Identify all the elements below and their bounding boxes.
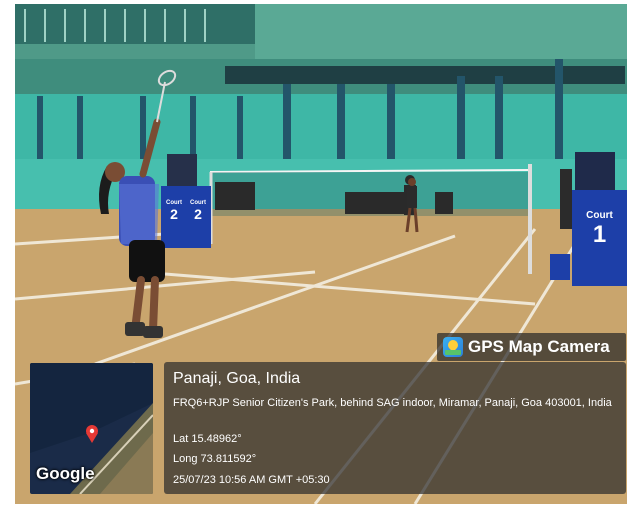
roof-panel (255, 4, 627, 59)
umpire-left (167, 154, 197, 186)
court-number: 2 (170, 206, 178, 222)
court-label: Court (586, 210, 613, 221)
court-number: 1 (592, 221, 607, 248)
address: FRQ6+RJP Senior Citizen's Park, behind S… (173, 397, 612, 409)
court-number: 2 (194, 206, 202, 222)
court-2-sign-a: Court 2 (162, 200, 186, 222)
longitude: Long 73.811592° (173, 453, 257, 465)
timestamp: 25/07/23 10:56 AM GMT +05:30 (173, 474, 330, 486)
person-right (560, 169, 572, 229)
court-1-sign: Court 1 (572, 210, 627, 249)
map-pin-icon (443, 337, 463, 357)
map-thumbnail: Google (30, 363, 153, 494)
google-logo: Google (36, 464, 95, 483)
app-name: GPS Map Camera (468, 337, 610, 356)
windows (225, 66, 625, 84)
roof-truss (15, 4, 255, 44)
umpire (575, 152, 615, 190)
latitude: Lat 15.48962° (173, 433, 242, 445)
score-box (550, 254, 570, 280)
location-title: Panaji, Goa, India (173, 370, 301, 387)
location-info-box: Panaji, Goa, India FRQ6+RJP Senior Citiz… (164, 362, 626, 494)
court-2-sign-b: Court 2 (186, 200, 210, 222)
gps-camera-badge: GPS Map Camera (437, 333, 626, 361)
